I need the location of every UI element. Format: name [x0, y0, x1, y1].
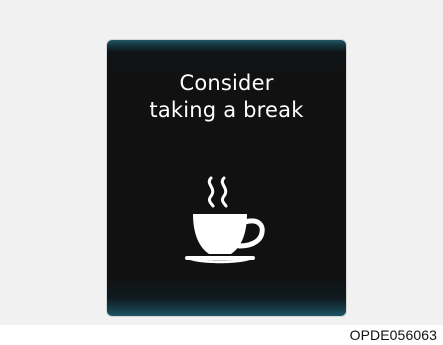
break-warning-message: Consider taking a break [107, 70, 346, 124]
cluster-display-panel: Consider taking a break [107, 40, 346, 316]
message-line-2: taking a break [149, 98, 304, 122]
figure-code-label: OPDE056063 [349, 327, 437, 343]
coffee-cup-icon [185, 176, 265, 264]
message-line-1: Consider [179, 71, 274, 95]
